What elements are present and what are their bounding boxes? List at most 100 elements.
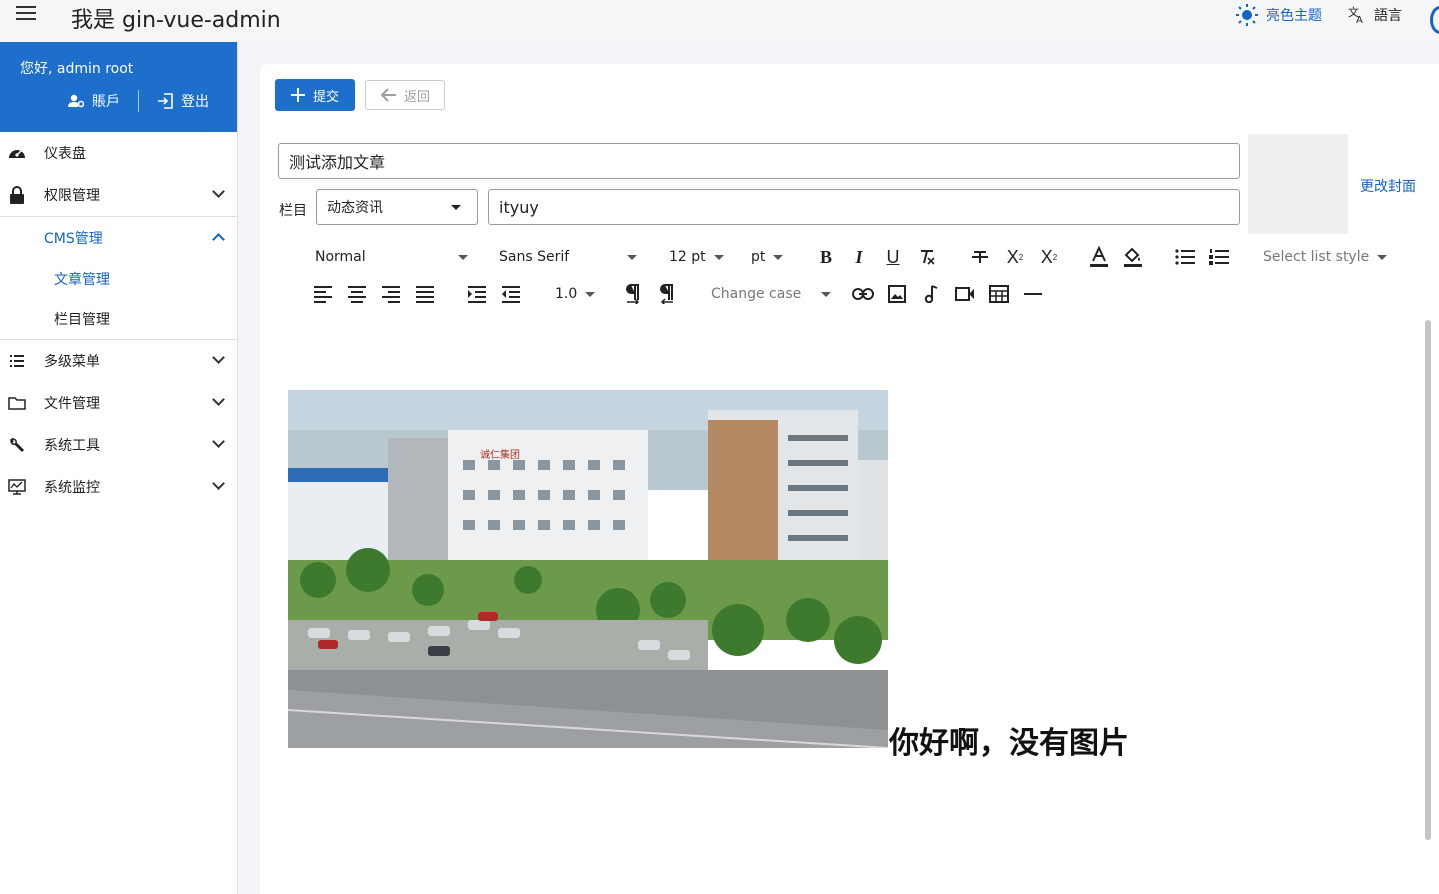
sidebar-subitem-articles[interactable]: 文章管理	[0, 259, 237, 299]
chevron-down-icon	[212, 393, 225, 406]
back-button[interactable]: 返回	[365, 80, 445, 110]
user-settings-icon	[68, 94, 84, 108]
italic-icon[interactable]: I	[846, 244, 872, 270]
app-title: 我是 gin-vue-admin	[71, 8, 281, 33]
user-avatar[interactable]	[1430, 6, 1439, 34]
sidebar-item-label: 系统监控	[44, 480, 100, 496]
list-style-dropdown[interactable]: Select list style	[1263, 242, 1388, 272]
embedded-factory-photo[interactable]: 诚仁集团	[288, 390, 888, 748]
back-label: 返回	[403, 89, 430, 105]
svg-text:A: A	[1356, 15, 1363, 24]
strikethrough-icon[interactable]	[967, 244, 993, 270]
chevron-down-icon	[212, 435, 225, 448]
sidebar-item-label: 多级菜单	[44, 354, 100, 370]
top-bar: 我是 gin-vue-admin 亮色主题 文 A 語言	[0, 0, 1439, 42]
column-select-value: 动态资讯	[327, 200, 383, 216]
submit-button[interactable]: 提交	[275, 79, 355, 111]
video-icon[interactable]	[952, 281, 978, 307]
unit-value: pt	[751, 249, 766, 265]
hamburger-menu-icon[interactable]	[16, 6, 36, 22]
bold-icon[interactable]: B	[813, 244, 839, 270]
sidebar-item-dashboard[interactable]: 仪表盘	[0, 132, 237, 174]
align-justify-icon[interactable]	[412, 281, 438, 307]
caret-down-icon	[773, 254, 784, 260]
superscript-icon[interactable]: X2	[1002, 244, 1028, 270]
folder-icon	[8, 394, 26, 412]
bullet-list-icon[interactable]	[1172, 244, 1198, 270]
underline-icon[interactable]: U	[880, 244, 906, 270]
sidebar-item-label: 权限管理	[44, 188, 100, 204]
logout-button[interactable]: 登出	[157, 91, 209, 111]
sidebar-subitem-label: 文章管理	[54, 272, 110, 288]
sidebar-item-system-tools[interactable]: 系统工具	[0, 424, 237, 466]
account-button[interactable]: 賬戶	[68, 91, 120, 111]
font-size-dropdown[interactable]: 12 pt	[669, 242, 724, 272]
chevron-down-icon	[212, 477, 225, 490]
outdent-icon[interactable]	[498, 281, 524, 307]
submit-label: 提交	[312, 89, 339, 105]
translate-icon: 文 A	[1348, 6, 1363, 24]
sidebar-item-label: 文件管理	[44, 396, 100, 412]
sidebar-item-cms[interactable]: CMS管理	[0, 217, 237, 259]
link-icon[interactable]	[850, 281, 876, 307]
sun-icon	[1236, 4, 1258, 26]
sidebar-item-label: 系统工具	[44, 438, 100, 454]
unit-dropdown[interactable]: pt	[751, 242, 784, 272]
sidebar-item-file-management[interactable]: 文件管理	[0, 382, 237, 424]
plus-icon	[290, 88, 305, 102]
subscript-icon[interactable]: X2	[1036, 244, 1062, 270]
font-size-value: 12 pt	[669, 249, 706, 265]
align-right-icon[interactable]	[378, 281, 404, 307]
change-case-value: Change case	[711, 286, 802, 302]
line-height-dropdown[interactable]: 1.0	[555, 279, 596, 309]
article-title-input[interactable]: 测试添加文章	[278, 143, 1240, 179]
logout-label: 登出	[181, 94, 209, 110]
sidebar: 您好, admin root 賬戶 登出 仪表盘 权限管理 CMS管理 文章管理…	[0, 42, 238, 894]
language-button[interactable]: 文 A 語言	[1348, 5, 1402, 25]
sidebar-subitem-columns[interactable]: 栏目管理	[0, 299, 237, 339]
wrench-icon	[8, 436, 26, 454]
highlight-color-icon[interactable]	[1120, 244, 1146, 270]
scroll-thumb[interactable]	[1425, 320, 1431, 840]
rtl-direction-icon[interactable]	[654, 281, 680, 307]
column-select[interactable]: 动态资讯	[316, 189, 478, 225]
font-dropdown[interactable]: Sans Serif	[499, 242, 637, 272]
chevron-down-icon	[212, 185, 225, 198]
numbered-list-icon[interactable]	[1206, 244, 1232, 270]
horizontal-rule-icon[interactable]	[1020, 281, 1046, 307]
caret-down-icon	[821, 291, 832, 297]
sidebar-item-permissions[interactable]: 权限管理	[0, 174, 237, 216]
caret-down-icon	[458, 254, 468, 260]
summary-input[interactable]: ityuy	[488, 189, 1240, 225]
rich-text-editor[interactable]: 诚仁集团 你好啊，没有图片	[278, 320, 1423, 894]
sidebar-item-system-monitor[interactable]: 系统监控	[0, 466, 237, 508]
list-icon	[8, 352, 26, 370]
editor-scrollbar[interactable]	[1422, 320, 1434, 894]
editor-toolbar-row-1: Normal Sans Serif 12 pt pt B I U X2 X2 S…	[260, 242, 1439, 272]
sidebar-item-multilevel-menu[interactable]: 多级菜单	[0, 340, 237, 382]
change-cover-link[interactable]: 更改封面	[1360, 176, 1416, 196]
format-value: Normal	[315, 249, 366, 265]
account-label: 賬戶	[92, 94, 120, 110]
font-value: Sans Serif	[499, 249, 570, 265]
list-style-value: Select list style	[1263, 249, 1370, 265]
text-color-icon[interactable]	[1086, 244, 1112, 270]
audio-icon[interactable]	[918, 281, 944, 307]
monitor-icon	[8, 478, 26, 496]
ltr-direction-icon[interactable]	[620, 281, 646, 307]
sidebar-item-label: 仪表盘	[44, 146, 86, 162]
format-dropdown[interactable]: Normal	[315, 242, 468, 272]
caret-down-icon	[1377, 254, 1388, 260]
align-center-icon[interactable]	[344, 281, 370, 307]
theme-toggle-button[interactable]: 亮色主题	[1236, 4, 1322, 26]
change-case-dropdown[interactable]: Change case	[711, 279, 832, 309]
align-left-icon[interactable]	[310, 281, 336, 307]
table-icon[interactable]	[986, 281, 1012, 307]
clear-format-icon[interactable]	[914, 244, 940, 270]
user-greeting: 您好, admin root	[20, 61, 134, 77]
sidebar-item-label: CMS管理	[44, 231, 103, 247]
arrow-left-icon	[380, 88, 396, 102]
cover-image-placeholder[interactable]	[1248, 134, 1348, 234]
indent-icon[interactable]	[464, 281, 490, 307]
image-icon[interactable]	[884, 281, 910, 307]
